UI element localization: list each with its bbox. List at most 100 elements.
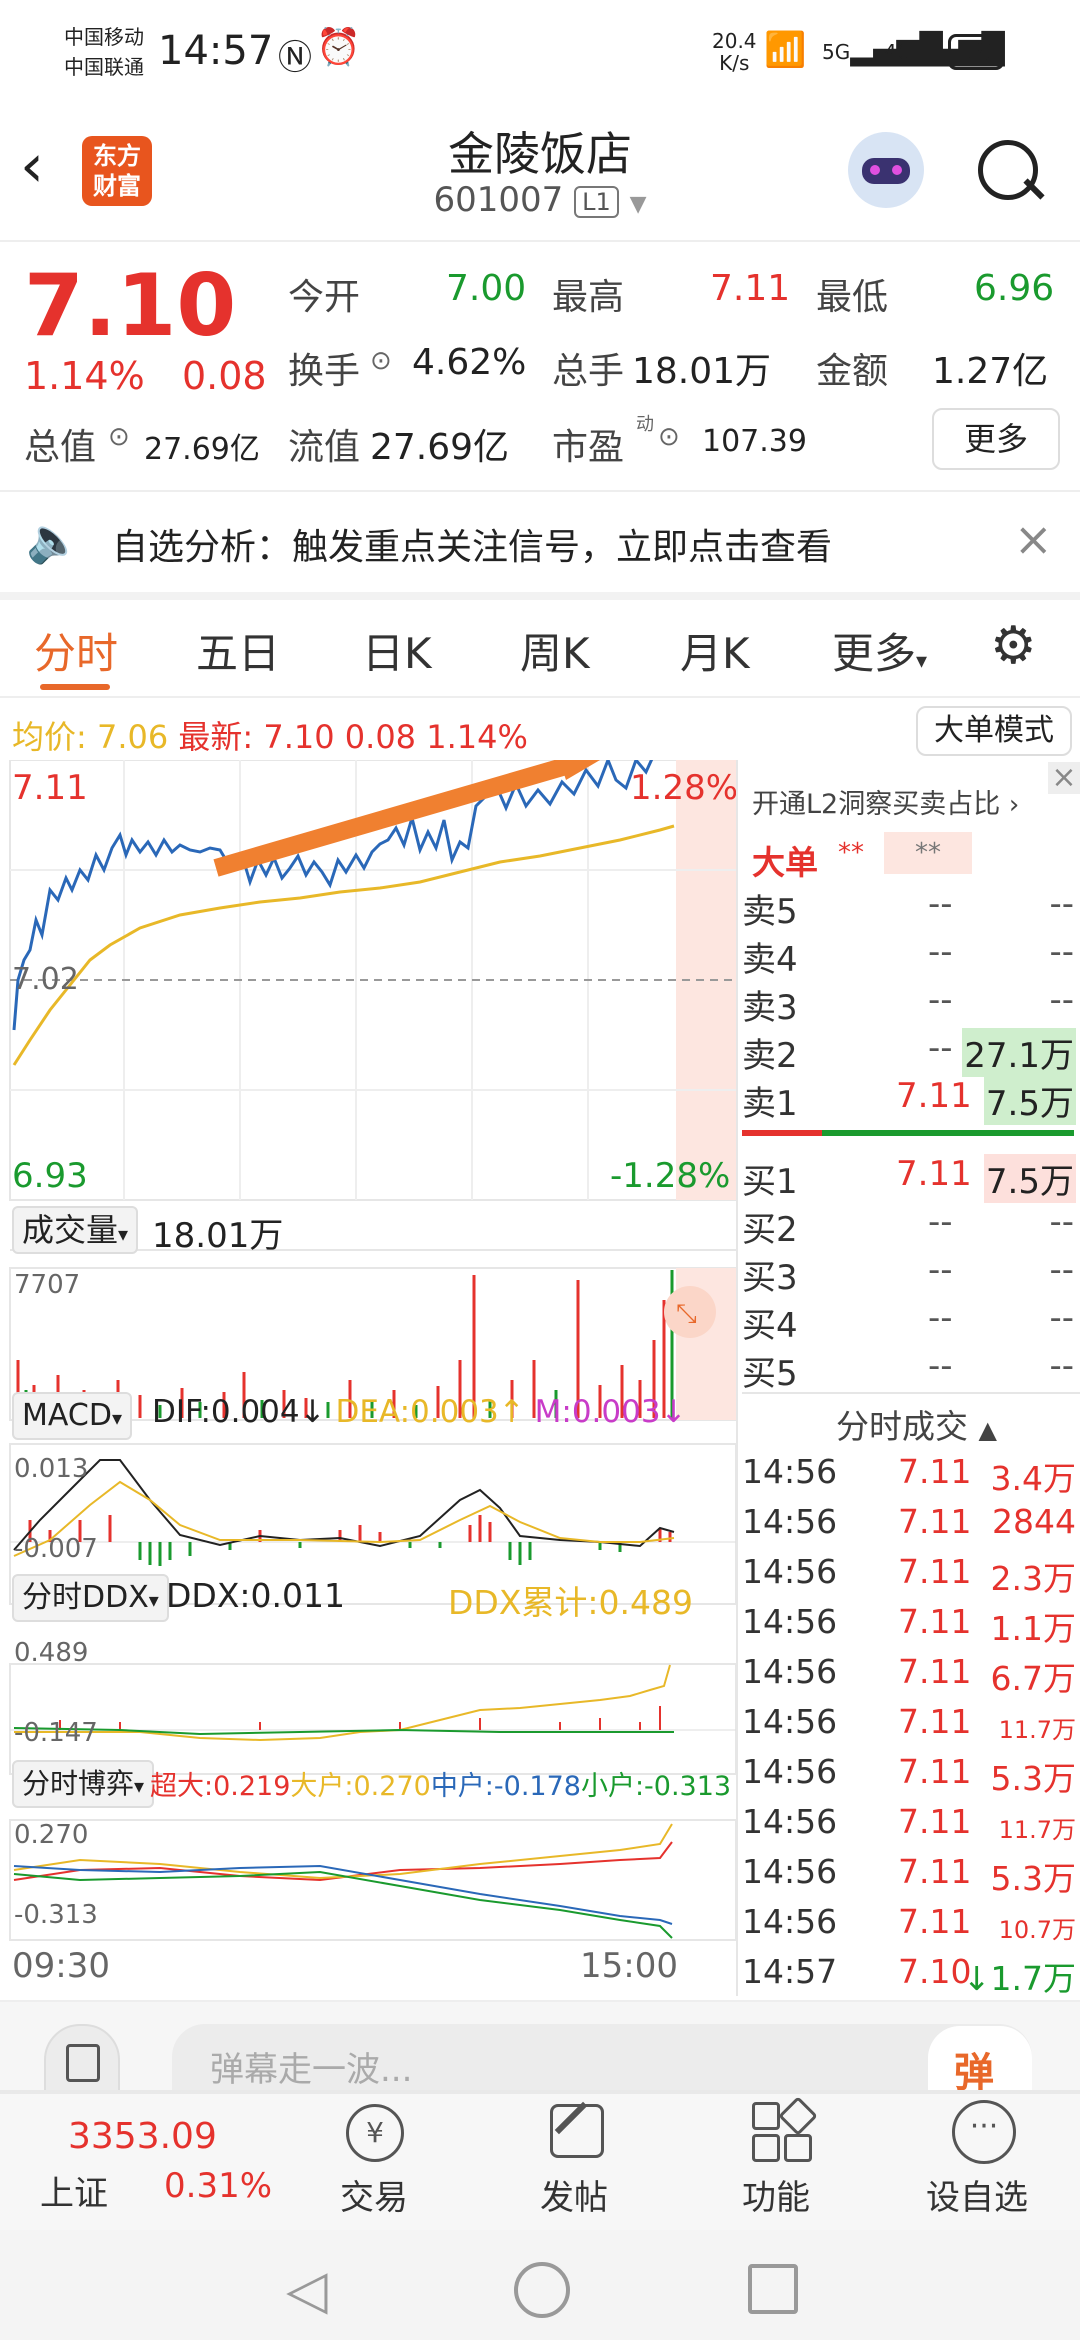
ask-price: -- bbox=[928, 980, 953, 1020]
bid-label: 买2 bbox=[742, 1210, 798, 1250]
mktcap-label: 总值 bbox=[24, 427, 97, 468]
tab-weekly-k[interactable]: 周K bbox=[520, 620, 590, 681]
trade-label[interactable]: 交易 bbox=[340, 2170, 408, 2219]
game-indicator-selector[interactable]: 分时博弈▾ bbox=[12, 1760, 155, 1808]
danmu-send-button[interactable]: 弹 bbox=[928, 2026, 1032, 2096]
ask-row[interactable]: 卖2 -- 27.1万 bbox=[742, 1028, 1080, 1077]
ddx-indicator-selector[interactable]: 分时DDX▾ bbox=[12, 1574, 169, 1622]
divider bbox=[736, 760, 738, 1996]
close-icon[interactable]: × bbox=[1014, 512, 1053, 566]
trade-volume: 2844 bbox=[992, 1502, 1076, 1541]
trade-price: 7.11 bbox=[898, 1452, 972, 1491]
trade-time: 14:56 bbox=[742, 1802, 838, 1841]
intraday-chart-area[interactable]: ⤡ bbox=[0, 760, 738, 2000]
bid-row[interactable]: 买3 -- -- bbox=[742, 1250, 1080, 1298]
tab-more-label: 更多 bbox=[832, 629, 917, 678]
tab-intraday[interactable]: 分时 bbox=[34, 620, 118, 681]
close-icon[interactable]: × bbox=[1048, 762, 1080, 794]
price-axis-mid: 7.02 bbox=[12, 962, 79, 997]
trade-time: 14:56 bbox=[742, 1752, 838, 1791]
tab-monthly-k[interactable]: 月K bbox=[680, 620, 750, 681]
signal-4g-label: 4G bbox=[884, 40, 913, 64]
latest-value: 7.10 bbox=[263, 718, 335, 756]
bid-row[interactable]: 买1 7.11 7.5万 bbox=[742, 1154, 1080, 1203]
index-change-pct[interactable]: 0.31% bbox=[164, 2166, 272, 2206]
clock: 14:57 bbox=[158, 28, 274, 74]
ask-volume: 27.1万 bbox=[962, 1028, 1076, 1077]
trend-arrow-annotation bbox=[213, 760, 569, 877]
ask-row[interactable]: 卖4 -- -- bbox=[742, 932, 1080, 980]
more-button[interactable]: 更多 bbox=[932, 408, 1060, 470]
ask-label: 卖3 bbox=[742, 988, 798, 1028]
tab-five-day[interactable]: 五日 bbox=[196, 620, 280, 681]
bid-label: 买5 bbox=[742, 1354, 798, 1394]
ddx-axis-top: 0.489 bbox=[14, 1638, 89, 1668]
volume-label: 总手 bbox=[552, 351, 625, 392]
nav-recents-icon[interactable] bbox=[748, 2264, 798, 2314]
nfc-icon: Ⓝ bbox=[278, 38, 312, 78]
big-order-mode-button[interactable]: 大单模式 bbox=[916, 706, 1072, 756]
caret-up-icon: ▲ bbox=[978, 1416, 997, 1444]
index-value[interactable]: 3353.09 bbox=[68, 2116, 217, 2157]
ask-row[interactable]: 卖1 7.11 7.5万 bbox=[742, 1076, 1080, 1125]
trade-volume: 3.4万 bbox=[990, 1459, 1076, 1498]
yuan-exchange-icon: ¥ bbox=[346, 2104, 404, 2162]
caret-down-icon: ▾ bbox=[134, 1774, 145, 1798]
low-value: 6.96 bbox=[974, 268, 1055, 309]
info-icon[interactable]: ⊙ bbox=[658, 422, 680, 452]
banner-text: 自选分析：触发重点关注信号，立即点击查看 bbox=[112, 527, 833, 568]
latest-change: 0.08 bbox=[344, 718, 417, 756]
post-button[interactable] bbox=[546, 2100, 606, 2160]
ask-row[interactable]: 卖5 -- -- bbox=[742, 884, 1080, 932]
ddx-axis-bottom: -0.147 bbox=[14, 1718, 98, 1748]
bid-row[interactable]: 买5 -- -- bbox=[742, 1346, 1080, 1394]
ask-row[interactable]: 卖3 -- -- bbox=[742, 980, 1080, 1028]
ask-volume: -- bbox=[1049, 884, 1074, 924]
chevron-right-icon: › bbox=[1008, 790, 1020, 820]
trades-header[interactable]: 分时成交 ▲ bbox=[836, 1400, 997, 1448]
post-label[interactable]: 发帖 bbox=[540, 2170, 608, 2219]
caret-down-icon: ▾ bbox=[148, 1588, 159, 1612]
tab-daily-k[interactable]: 日K bbox=[362, 620, 432, 681]
info-icon[interactable]: ⊙ bbox=[108, 422, 130, 452]
l2-upsell-link[interactable]: 开通L2洞察买卖占比 › bbox=[752, 782, 1019, 821]
big-order-value-2: ** bbox=[884, 832, 972, 874]
bid-price: -- bbox=[928, 1250, 953, 1290]
volume-selector-label: 成交量 bbox=[22, 1211, 119, 1249]
danmu-input[interactable]: 弹幕走一波... bbox=[172, 2024, 1032, 2090]
add-watchlist-label[interactable]: 设自选 bbox=[926, 2170, 1028, 2219]
settings-gear-icon[interactable]: ⚙ bbox=[990, 620, 1037, 672]
bid-label: 买4 bbox=[742, 1306, 798, 1346]
more-dots-icon[interactable]: ··· bbox=[952, 2100, 1016, 2164]
turnover-label: 换手 bbox=[288, 351, 361, 392]
pe-label: 市盈 bbox=[552, 427, 625, 468]
time-axis-start: 09:30 bbox=[12, 1946, 110, 1986]
tab-more[interactable]: 更多▾ bbox=[832, 620, 927, 681]
status-bar: 中国移动 中国联通 14:57 Ⓝ ⏰ 20.4 K/s 📶 5G▂▄▆█ 4G… bbox=[0, 0, 1080, 100]
danmu-settings-icon[interactable] bbox=[44, 2024, 120, 2094]
macd-indicator-selector[interactable]: MACD▾ bbox=[12, 1392, 132, 1440]
trade-time: 14:56 bbox=[742, 1452, 838, 1491]
trade-row: 14:56 7.11 11.7万 bbox=[742, 1702, 1080, 1750]
float-label: 流值 bbox=[288, 427, 361, 468]
net-speed-value: 20.4 bbox=[712, 29, 757, 53]
functions-label[interactable]: 功能 bbox=[742, 2170, 810, 2219]
info-icon[interactable]: ⊙ bbox=[370, 346, 392, 376]
trade-button[interactable]: ¥ bbox=[340, 2102, 408, 2162]
robot-assistant-icon[interactable] bbox=[848, 132, 924, 208]
bid-row[interactable]: 买4 -- -- bbox=[742, 1298, 1080, 1346]
nav-home-icon[interactable] bbox=[514, 2262, 570, 2318]
ask-price: -- bbox=[928, 932, 953, 972]
bid-row[interactable]: 买2 -- -- bbox=[742, 1202, 1080, 1250]
danmu-placeholder: 弹幕走一波... bbox=[210, 2050, 413, 2090]
index-name[interactable]: 上证 bbox=[40, 2166, 108, 2215]
trade-price: 7.11 bbox=[898, 1802, 972, 1841]
trade-row: 14:56 7.11 11.7万 bbox=[742, 1802, 1080, 1850]
volume-indicator-selector[interactable]: 成交量▾ bbox=[12, 1206, 139, 1254]
search-icon[interactable] bbox=[978, 140, 1038, 200]
functions-button[interactable] bbox=[750, 2096, 818, 2162]
price-axis-top: 7.11 bbox=[12, 768, 88, 808]
nav-back-icon[interactable]: ◁ bbox=[286, 2258, 328, 2321]
dif-line bbox=[13, 1459, 675, 1551]
dea-line bbox=[13, 1480, 675, 1557]
